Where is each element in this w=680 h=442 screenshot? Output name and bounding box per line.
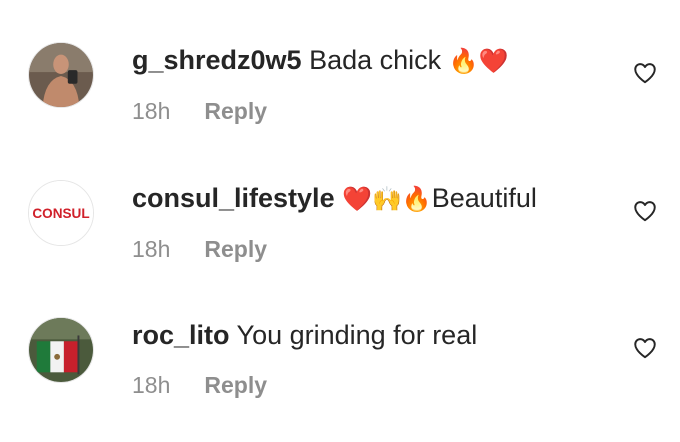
heart-outline-icon <box>634 201 656 222</box>
like-button[interactable] <box>632 198 658 224</box>
comment-meta: 18h Reply <box>132 97 610 125</box>
comment-item: roc_lito You grinding for real 18h Reply <box>0 305 680 415</box>
comment-username[interactable]: consul_lifestyle <box>132 183 335 213</box>
comment-meta: 18h Reply <box>132 235 610 263</box>
comment-timestamp: 18h <box>132 372 171 398</box>
comment-body: consul_lifestyle ❤️🙌🔥Beautiful 18h Reply <box>132 182 610 263</box>
comment-text: You grinding for real <box>236 320 478 350</box>
reply-button[interactable]: Reply <box>204 372 267 398</box>
comment-username[interactable]: roc_lito <box>132 320 230 350</box>
avatar[interactable] <box>28 317 94 383</box>
flag-avatar-icon <box>29 318 93 382</box>
comment-list: g_shredz0w5 Bada chick 🔥❤️ 18h Reply CON… <box>0 0 680 442</box>
comment-line: g_shredz0w5 Bada chick 🔥❤️ <box>132 44 610 77</box>
consul-logo-avatar-icon: CONSUL <box>29 181 93 245</box>
comment-text: Bada chick <box>309 45 442 75</box>
reply-button[interactable]: Reply <box>204 98 267 124</box>
comment-line: consul_lifestyle ❤️🙌🔥Beautiful <box>132 182 610 215</box>
heart-outline-icon <box>634 338 656 359</box>
comment-meta: 18h Reply <box>132 371 610 399</box>
comment-emoji: 🔥❤️ <box>448 47 509 75</box>
avatar[interactable]: CONSUL <box>28 180 94 246</box>
shirtless-selfie-avatar-icon <box>29 43 93 107</box>
comment-item: g_shredz0w5 Bada chick 🔥❤️ 18h Reply <box>0 30 680 140</box>
comment-body: roc_lito You grinding for real 18h Reply <box>132 319 610 399</box>
comment-item: CONSUL consul_lifestyle ❤️🙌🔥Beautiful 18… <box>0 168 680 278</box>
heart-outline-icon <box>634 63 656 84</box>
consul-logo-text: CONSUL <box>32 206 89 221</box>
avatar[interactable] <box>28 42 94 108</box>
comment-timestamp: 18h <box>132 236 171 262</box>
comment-timestamp: 18h <box>132 98 171 124</box>
comment-text: Beautiful <box>431 183 537 213</box>
comment-body: g_shredz0w5 Bada chick 🔥❤️ 18h Reply <box>132 44 610 125</box>
comment-emoji: ❤️🙌🔥 <box>342 185 432 213</box>
like-button[interactable] <box>632 335 658 361</box>
reply-button[interactable]: Reply <box>204 236 267 262</box>
comment-line: roc_lito You grinding for real <box>132 319 610 351</box>
like-button[interactable] <box>632 60 658 86</box>
comment-username[interactable]: g_shredz0w5 <box>132 45 302 75</box>
